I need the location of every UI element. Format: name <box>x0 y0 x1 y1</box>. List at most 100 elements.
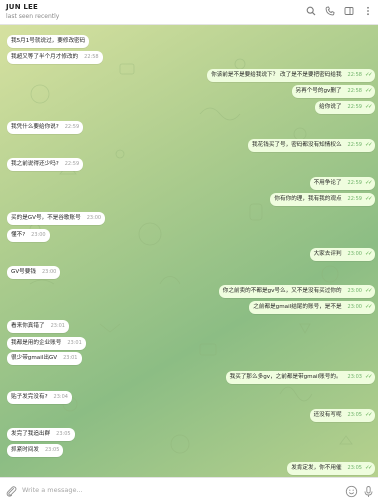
message-composer <box>0 477 378 501</box>
message-list: 我5月1号就说过，要修改密码 我超又等了半个月才修改的 22:58 你该前是不是要给我… <box>0 24 378 477</box>
message-text: 还没有写呢 <box>313 412 342 418</box>
incoming-message[interactable]: 我都是用的企业账号 23:01 <box>7 337 86 350</box>
message-text: 我之前说得还少吗? <box>11 161 59 167</box>
message-text: 你之前卖的不都是gv号么，又不是没有买过你的 <box>222 288 342 294</box>
message-text: GV号要钱 <box>11 269 36 275</box>
message-time: 23:00 <box>347 304 362 310</box>
contact-name[interactable]: JUN LEE <box>6 3 38 11</box>
outgoing-message[interactable]: 给你说了 22:59 ✓✓ <box>315 101 375 114</box>
message-text: 很少带gmail出GV <box>11 355 58 361</box>
incoming-message[interactable]: 看来你真错了 23:01 <box>7 320 69 333</box>
incoming-message[interactable]: GV号要钱 23:00 <box>7 266 61 279</box>
message-time: 22:58 <box>84 54 99 60</box>
read-receipt-icon: ✓✓ <box>364 251 373 257</box>
message-time: 22:59 <box>64 124 80 130</box>
search-icon[interactable] <box>305 5 317 17</box>
message-text: 我超又等了半个月才修改的 <box>11 54 79 60</box>
message-time: 23:00 <box>347 288 362 294</box>
message-time: 23:00 <box>86 215 102 221</box>
message-time: 22:59 <box>347 180 362 186</box>
message-time: 23:01 <box>67 340 82 346</box>
message-time: 22:59 <box>347 142 362 148</box>
message-time: 23:05 <box>44 447 60 453</box>
chat-header: JUN LEE last seen recently <box>0 0 378 25</box>
outgoing-message[interactable]: 不用争论了 22:59 ✓✓ <box>309 177 375 190</box>
incoming-message[interactable]: 发完了我追出群 23:05 <box>7 428 75 441</box>
message-time: 22:58 <box>347 88 362 94</box>
incoming-message[interactable]: 我超又等了半个月才修改的 22:58 <box>7 51 103 64</box>
outgoing-message[interactable]: 发肯定发，你不用催 23:05 ✓✓ <box>287 462 375 475</box>
read-receipt-icon: ✓✓ <box>364 412 373 418</box>
message-time: 23:00 <box>41 269 57 275</box>
message-text: 你该前是不是要给我说下？ 改了是不是要把密码给我 <box>211 72 342 78</box>
message-time: 23:00 <box>31 232 46 238</box>
message-text: 之前都是gmail结尾的账号，是不是 <box>253 304 342 310</box>
message-input[interactable] <box>22 482 322 497</box>
incoming-message[interactable]: 我5月1号就说过，要修改密码 <box>7 35 90 48</box>
outgoing-message[interactable]: 之前都是gmail结尾的账号，是不是 23:00 ✓✓ <box>249 301 375 314</box>
message-text: 我买了那么多gv，之前都是带gmail账号的。 <box>229 374 342 380</box>
message-time: 22:59 <box>347 196 362 202</box>
message-text: 另再个号的gv删了 <box>295 88 342 94</box>
read-receipt-icon: ✓✓ <box>364 142 373 148</box>
read-receipt-icon: ✓✓ <box>364 88 373 94</box>
message-text: 大家去评判 <box>313 251 342 257</box>
microphone-icon[interactable] <box>362 483 375 497</box>
message-time: 23:05 <box>347 465 362 471</box>
sidebar-toggle-icon[interactable] <box>343 5 355 17</box>
message-text: 懂不? <box>11 232 26 238</box>
incoming-message[interactable]: 懂不? 23:00 <box>7 229 50 242</box>
contact-status: last seen recently <box>6 13 60 20</box>
message-text: 给你说了 <box>319 104 342 110</box>
message-text: 你有你的理，我有我的观点 <box>274 196 342 202</box>
message-time: 23:05 <box>56 431 71 437</box>
message-text: 看来你真错了 <box>11 323 45 329</box>
read-receipt-icon: ✓✓ <box>364 196 373 202</box>
more-options-icon[interactable] <box>362 5 374 17</box>
message-text: 发肯定发，你不用催 <box>291 465 342 471</box>
header-actions <box>305 5 374 17</box>
incoming-message[interactable]: 抓紧时间发 23:05 <box>7 444 64 457</box>
message-text: 我花钱买了号，密码都没有知情权么 <box>252 142 342 148</box>
incoming-message[interactable]: 贴子发完没有? 23:04 <box>7 391 72 404</box>
read-receipt-icon: ✓✓ <box>364 180 373 186</box>
message-text: 我凭什么要给你说? <box>11 124 59 130</box>
message-time: 23:01 <box>63 355 78 361</box>
outgoing-message[interactable]: 你之前卖的不都是gv号么，又不是没有买过你的 23:00 ✓✓ <box>218 285 375 298</box>
outgoing-message[interactable]: 我花钱买了号，密码都没有知情权么 22:59 ✓✓ <box>248 139 375 152</box>
outgoing-message[interactable]: 你有你的理，我有我的观点 22:59 ✓✓ <box>270 193 375 206</box>
chat-area[interactable]: 我5月1号就说过，要修改密码 我超又等了半个月才修改的 22:58 你该前是不是要给我… <box>0 24 378 477</box>
message-time: 23:01 <box>50 323 65 329</box>
outgoing-message[interactable]: 大家去评判 23:00 ✓✓ <box>309 248 375 261</box>
message-text: 我5月1号就说过，要修改密码 <box>11 38 86 44</box>
read-receipt-icon: ✓✓ <box>364 104 373 110</box>
outgoing-message[interactable]: 还没有写呢 23:05 ✓✓ <box>309 409 375 422</box>
incoming-message[interactable]: 我之前说得还少吗? 22:59 <box>7 158 84 171</box>
message-text: 发完了我追出群 <box>11 431 51 437</box>
outgoing-message[interactable]: 另再个号的gv删了 22:58 ✓✓ <box>291 85 375 98</box>
message-text: 我都是用的企业账号 <box>11 340 62 346</box>
incoming-message[interactable]: 很少带gmail出GV 23:01 <box>7 352 82 365</box>
message-text: 贴子发完没有? <box>11 394 48 400</box>
attach-icon[interactable] <box>5 483 18 497</box>
message-time: 23:03 <box>347 374 362 380</box>
message-text: 不用争论了 <box>313 180 342 186</box>
read-receipt-icon: ✓✓ <box>364 72 373 78</box>
message-time: 22:59 <box>64 161 80 167</box>
message-text: 抓紧时间发 <box>11 447 39 453</box>
read-receipt-icon: ✓✓ <box>364 288 373 294</box>
message-time: 23:05 <box>347 412 362 418</box>
outgoing-message[interactable]: 我买了那么多gv，之前都是带gmail账号的。 23:03 ✓✓ <box>225 371 375 384</box>
read-receipt-icon: ✓✓ <box>364 374 373 380</box>
incoming-message[interactable]: 买的是GV号，不是谷歌账号 23:00 <box>7 212 106 225</box>
read-receipt-icon: ✓✓ <box>364 465 373 471</box>
outgoing-message[interactable]: 你该前是不是要给我说下？ 改了是不是要把密码给我 22:58 ✓✓ <box>207 69 375 82</box>
message-time: 23:00 <box>347 251 362 257</box>
emoji-icon[interactable] <box>345 483 358 498</box>
message-text: 买的是GV号，不是谷歌账号 <box>11 215 81 221</box>
read-receipt-icon: ✓✓ <box>364 304 373 310</box>
incoming-message[interactable]: 我凭什么要给你说? 22:59 <box>7 121 84 134</box>
phone-icon[interactable] <box>324 5 336 17</box>
message-time: 22:58 <box>347 72 362 78</box>
message-time: 22:59 <box>347 104 362 110</box>
